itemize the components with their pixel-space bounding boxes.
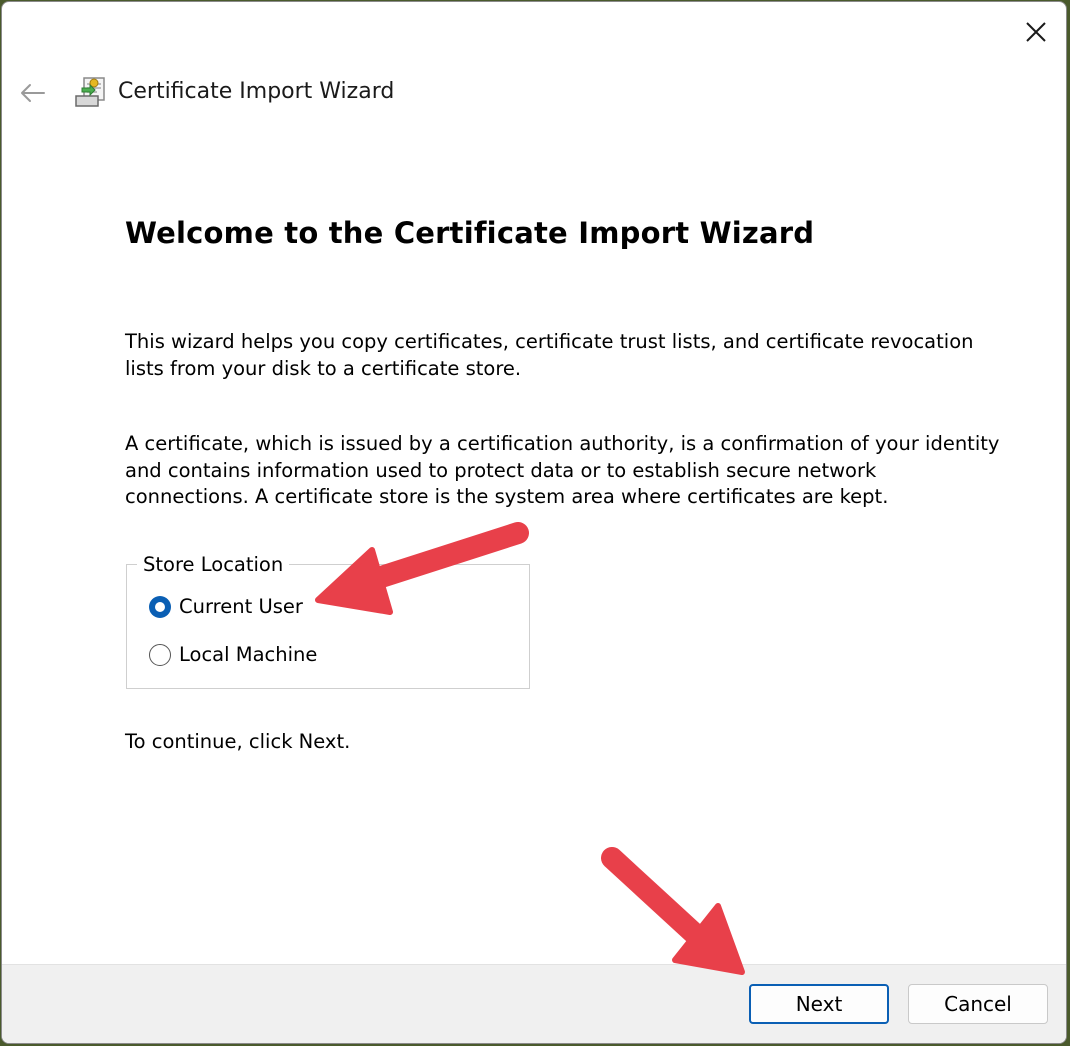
window-title: Certificate Import Wizard — [118, 79, 395, 104]
close-button[interactable] — [1014, 10, 1058, 54]
continue-instruction: To continue, click Next. — [125, 730, 351, 753]
back-arrow-icon — [21, 84, 45, 102]
certificate-description-paragraph: A certificate, which is issued by a cert… — [125, 432, 1000, 508]
radio-local-machine-label: Local Machine — [179, 643, 318, 666]
intro-paragraph: This wizard helps you copy certificates,… — [125, 330, 974, 380]
next-button[interactable]: Next — [749, 984, 889, 1024]
radio-current-user[interactable]: Current User — [149, 595, 303, 618]
store-location-legend: Store Location — [137, 553, 290, 576]
page-heading: Welcome to the Certificate Import Wizard — [125, 216, 815, 250]
store-location-group: Store Location Current User Local Machin… — [126, 553, 530, 689]
radio-current-user-label: Current User — [179, 595, 303, 618]
close-icon — [1026, 22, 1046, 42]
wizard-window: Certificate Import Wizard Welcome to the… — [1, 1, 1067, 1044]
radio-local-machine[interactable]: Local Machine — [149, 643, 317, 666]
radio-button-unselected[interactable] — [149, 643, 171, 666]
button-bar — [2, 964, 1066, 1043]
certificate-icon — [75, 77, 105, 107]
back-button[interactable] — [12, 74, 52, 112]
radio-button-selected[interactable] — [149, 595, 171, 618]
cancel-button[interactable]: Cancel — [908, 984, 1048, 1024]
